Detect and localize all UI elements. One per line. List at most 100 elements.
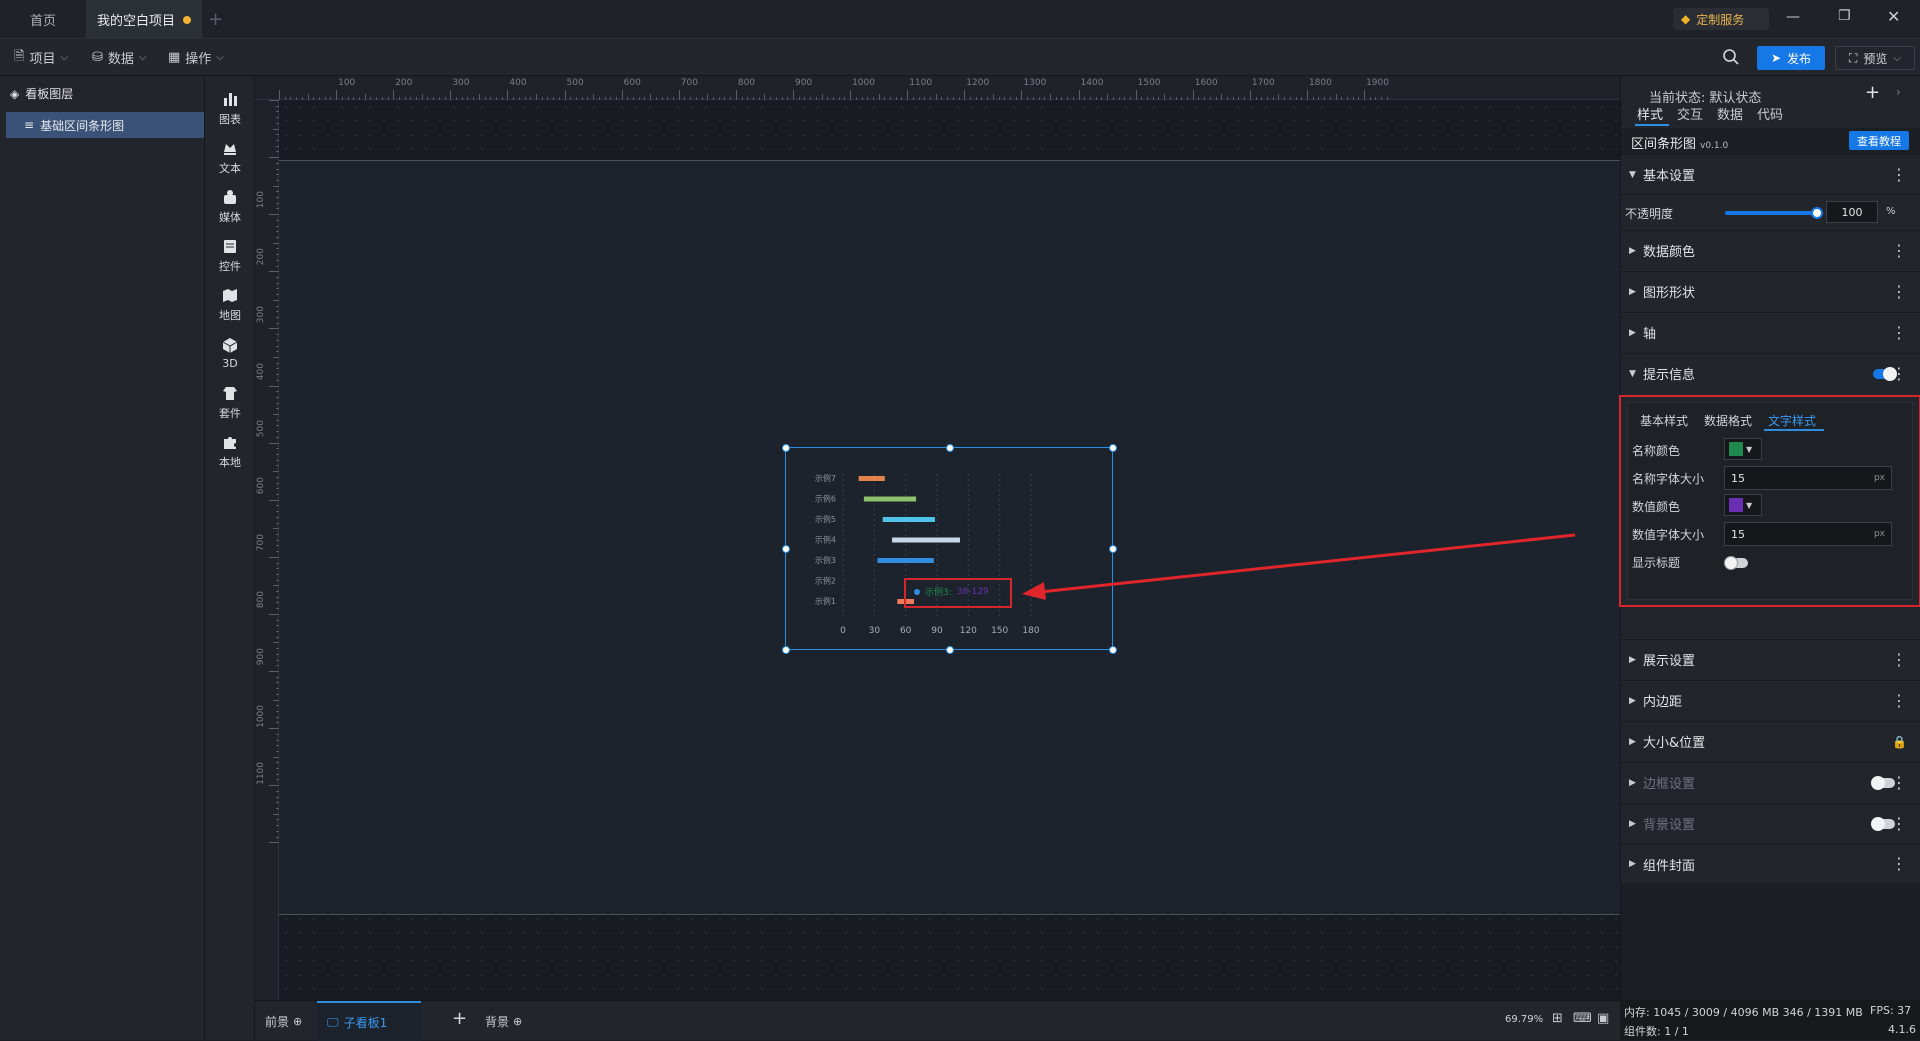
ruler-label: 800	[737, 78, 756, 88]
tutorial-button[interactable]: 查看教程	[1849, 131, 1909, 150]
subboard-tab[interactable]: 🖵 子看板1	[317, 1001, 421, 1041]
opacity-slider[interactable]	[1725, 211, 1817, 215]
ruler-tick	[678, 90, 680, 100]
foreground-tab[interactable]: 前景 ⊕	[265, 1013, 302, 1030]
opacity-slider-knob[interactable]	[1811, 207, 1823, 219]
category-label: 示例4	[815, 535, 836, 545]
custom-service-button[interactable]: ◆ 定制服务	[1673, 8, 1769, 30]
component-cube[interactable]: 3D	[205, 325, 255, 381]
ruler-label: 700	[680, 78, 698, 88]
chevron-right-icon[interactable]: ›	[1896, 85, 1901, 99]
section-display[interactable]: ▶ 展示设置 ⋮	[1621, 639, 1920, 679]
more-icon[interactable]: ⋮	[1891, 815, 1907, 831]
lock-icon[interactable]: 🔒	[1892, 736, 1907, 748]
resize-handle[interactable]	[946, 646, 954, 654]
ruler-label: 100	[338, 78, 356, 88]
fit-screen-icon[interactable]: ⊞	[1552, 1011, 1563, 1026]
section-border[interactable]: ▶ 边框设置 ⋮	[1621, 762, 1920, 802]
tab-data[interactable]: 数据	[1717, 104, 1743, 123]
component-kit[interactable]: 套件	[205, 374, 255, 430]
section-data-color[interactable]: ▶ 数据颜色 ⋮	[1621, 230, 1920, 270]
more-icon[interactable]: ⋮	[1891, 324, 1907, 340]
add-board-icon[interactable]: +	[452, 1008, 467, 1029]
tooltip-settings-panel: 基本样式 数据格式 文字样式 名称颜色 ▼ 名称字体大小 15 px 数值颜色 ▼…	[1627, 402, 1913, 600]
bar-chart-layer-icon: ≡	[24, 118, 35, 132]
section-background[interactable]: ▶ 背景设置 ⋮	[1621, 803, 1920, 843]
ruler-label: 1400	[1080, 78, 1104, 88]
publish-button[interactable]: ➤ 发布	[1757, 46, 1825, 70]
search-icon[interactable]	[1722, 48, 1740, 66]
resize-handle[interactable]	[782, 545, 790, 553]
resize-handle[interactable]	[1109, 444, 1117, 452]
ruler-label: 500	[566, 78, 584, 88]
more-icon[interactable]: ⋮	[1891, 651, 1907, 667]
range-bar[interactable]	[863, 496, 917, 502]
section-tooltip[interactable]: ▼ 提示信息 ⋮	[1621, 353, 1920, 393]
ruler-label: 700	[256, 533, 266, 552]
tab-style[interactable]: 样式	[1637, 104, 1663, 123]
more-icon[interactable]: ⋮	[1891, 365, 1907, 381]
zoom-level[interactable]: 69.79%	[1505, 1014, 1543, 1025]
tab-project[interactable]: 我的空白项目	[86, 0, 202, 39]
preview-button[interactable]: ⛶ 预览 ⌵	[1835, 46, 1915, 70]
tooltip-tab-basic[interactable]: 基本样式	[1640, 412, 1688, 429]
category-label: 示例5	[815, 514, 836, 524]
range-bar[interactable]	[858, 476, 885, 481]
component-map[interactable]: 地图	[205, 276, 255, 332]
component-control[interactable]: 控件	[205, 227, 255, 283]
opacity-input[interactable]: 100	[1826, 201, 1878, 223]
section-shape[interactable]: ▶ 图形形状 ⋮	[1621, 271, 1920, 311]
range-bar[interactable]	[892, 537, 960, 543]
operation-menu[interactable]: ▦ 操作 ⌵	[168, 39, 224, 76]
more-icon[interactable]: ⋮	[1891, 242, 1907, 258]
keyboard-icon[interactable]: ⌨	[1573, 1011, 1592, 1026]
range-bar[interactable]	[877, 558, 934, 563]
layer-item[interactable]: ≡ 基础区间条形图	[6, 112, 204, 138]
tab-code[interactable]: 代码	[1757, 104, 1783, 123]
component-chart[interactable]: 图表	[205, 80, 255, 136]
restore-icon[interactable]: ❐	[1838, 8, 1851, 24]
project-menu[interactable]: 🗎 项目 ⌵	[14, 39, 68, 76]
more-icon[interactable]: ⋮	[1891, 166, 1907, 182]
more-icon[interactable]: ⋮	[1891, 856, 1907, 872]
name-font-size-input[interactable]: 15 px	[1724, 466, 1892, 490]
component-label: 文本	[219, 161, 241, 175]
tooltip-tab-format[interactable]: 数据格式	[1704, 412, 1752, 429]
add-state-icon[interactable]: +	[1865, 82, 1880, 103]
tab-interaction[interactable]: 交互	[1677, 104, 1703, 123]
ruler-label: 200	[256, 248, 266, 266]
more-icon[interactable]: ⋮	[1891, 774, 1907, 790]
section-cover[interactable]: ▶ 组件封面 ⋮	[1621, 844, 1920, 884]
tooltip-tab-text-style[interactable]: 文字样式	[1768, 412, 1816, 429]
component-media[interactable]: 媒体	[205, 178, 255, 234]
section-shape-label: 图形形状	[1643, 286, 1696, 301]
component-puzzle[interactable]: 本地	[205, 423, 255, 479]
section-axis[interactable]: ▶ 轴 ⋮	[1621, 312, 1920, 352]
section-padding[interactable]: ▶ 内边距 ⋮	[1621, 680, 1920, 720]
title-bar: 首页 我的空白项目 + ◆ 定制服务 — ❐ ✕	[0, 0, 1920, 39]
section-size-position[interactable]: ▶ 大小&位置 🔒	[1621, 721, 1920, 761]
more-icon[interactable]: ⋮	[1891, 283, 1907, 299]
add-tab-icon[interactable]: +	[208, 9, 223, 30]
section-basic[interactable]: ▼ 基本设置 ⋮	[1621, 154, 1920, 194]
resize-handle[interactable]	[782, 444, 790, 452]
send-icon: ➤	[1770, 51, 1782, 65]
background-tab[interactable]: 背景 ⊕	[485, 1013, 522, 1030]
component-title: 区间条形图 v0.1.0	[1631, 133, 1728, 152]
resize-handle[interactable]	[782, 646, 790, 654]
data-menu[interactable]: ⛁ 数据 ⌵	[92, 39, 147, 76]
terminal-icon[interactable]: ▣	[1597, 1011, 1609, 1026]
resize-handle[interactable]	[1109, 646, 1117, 654]
range-bar[interactable]	[882, 517, 935, 522]
tab-home-label: 首页	[29, 14, 56, 29]
component-text[interactable]: 文本	[205, 129, 255, 185]
more-icon[interactable]: ⋮	[1891, 692, 1907, 708]
resize-handle[interactable]	[946, 444, 954, 452]
minimize-icon[interactable]: —	[1786, 9, 1800, 25]
name-color-picker[interactable]: ▼	[1724, 438, 1762, 460]
tab-home[interactable]: 首页	[0, 0, 86, 39]
close-icon[interactable]: ✕	[1887, 7, 1900, 26]
value-font-size-input[interactable]: 15 px	[1724, 522, 1892, 546]
show-title-toggle[interactable]	[1724, 556, 1748, 570]
value-color-picker[interactable]: ▼	[1724, 494, 1762, 516]
